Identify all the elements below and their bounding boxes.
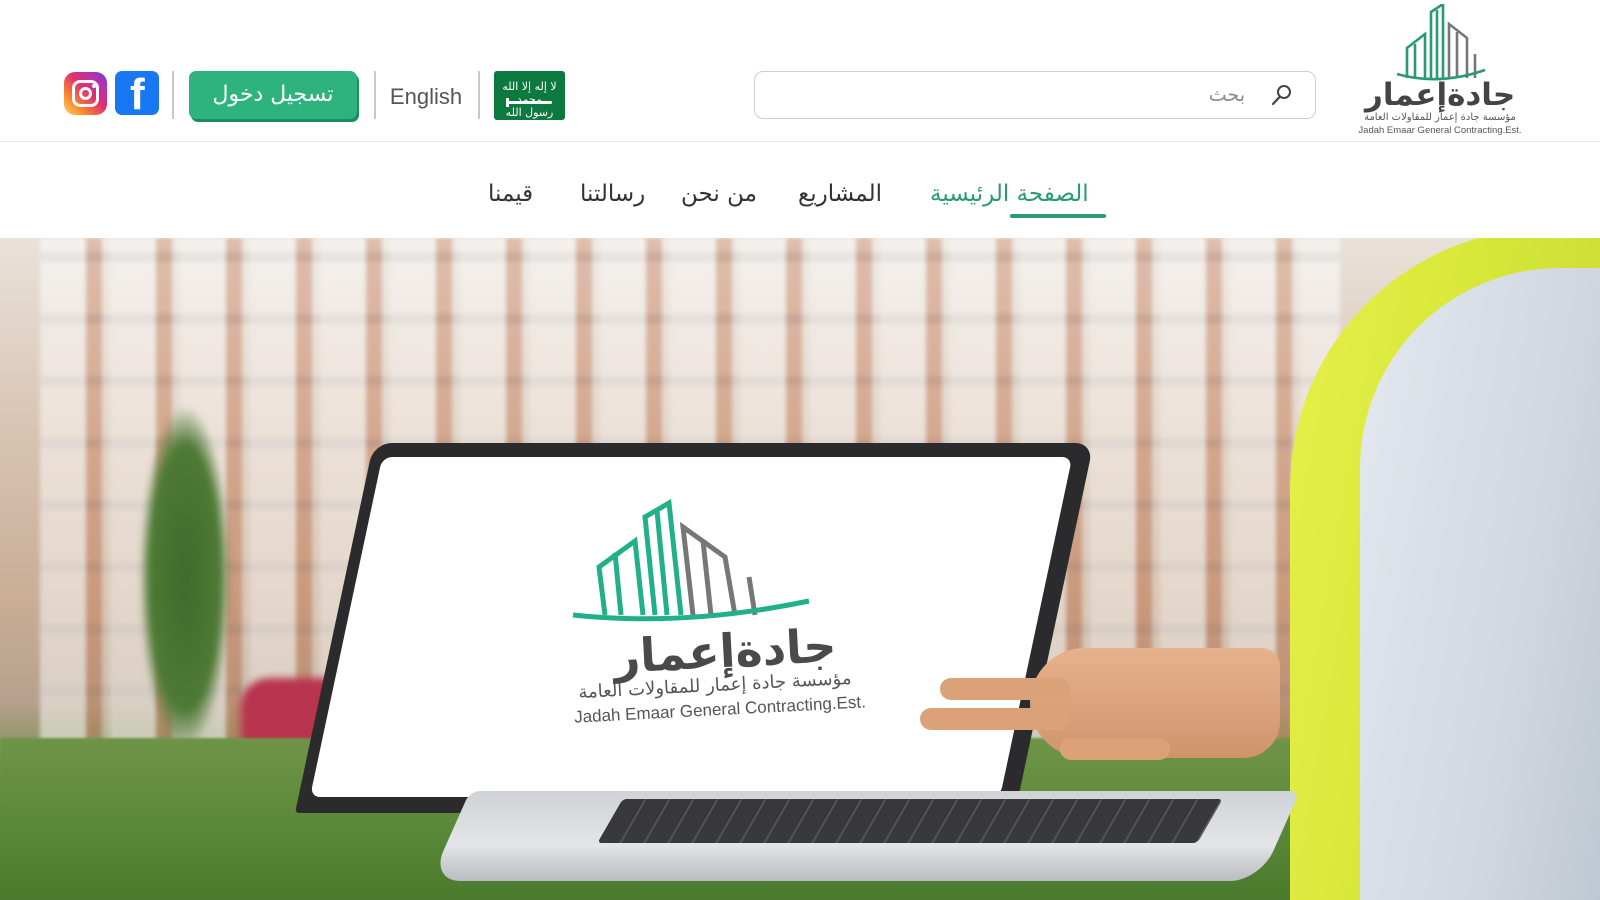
language-switch-link[interactable]: English (386, 82, 466, 112)
nav-item-mission[interactable]: رسالتنا (580, 176, 645, 212)
worker-hand (910, 638, 1280, 768)
site-logo[interactable]: جادةإعمار مؤسسة جادة إعمار للمقاولات الع… (1355, 4, 1525, 138)
search-box (754, 71, 1316, 119)
saudi-flag-icon[interactable]: لا إله إلا الله محمد رسول الله (494, 71, 565, 120)
flag-sword (506, 101, 552, 104)
logo-subtitle-ar: مؤسسة جادة إعمار للمقاولات العامة (1364, 112, 1516, 123)
instagram-lens (79, 87, 92, 100)
search-icon[interactable] (1271, 84, 1293, 106)
nav-active-underline (1010, 214, 1106, 218)
logo-subtitle-en: Jadah Emaar General Contracting.Est. (1358, 125, 1522, 136)
search-input[interactable] (785, 80, 1245, 110)
nav-item-values[interactable]: قيمنا (488, 176, 533, 212)
nav-item-projects[interactable]: المشاريع (798, 176, 882, 212)
site-header: جادةإعمار مؤسسة جادة إعمار للمقاولات الع… (0, 0, 1600, 142)
laptop-keyboard (597, 799, 1223, 843)
hand-finger (920, 708, 1070, 730)
logo-name-ar: جادةإعمار (1365, 77, 1516, 113)
facebook-icon[interactable]: f (115, 71, 159, 115)
instagram-dot (92, 84, 96, 88)
nav-item-home[interactable]: الصفحة الرئيسية (930, 176, 1089, 212)
laptop-screen-logo: جادةإعمار مؤسسة جادة إعمار للمقاولات الع… (535, 497, 915, 747)
login-button[interactable]: تسجيل دخول (189, 71, 357, 119)
facebook-glyph: f (130, 71, 145, 115)
header-divider (374, 71, 376, 119)
header-divider (172, 71, 174, 119)
main-nav: الصفحة الرئيسية المشاريع من نحن رسالتنا … (0, 142, 1600, 238)
building-skyline-icon (572, 498, 810, 622)
instagram-icon[interactable] (64, 72, 107, 115)
worker-shirt (1360, 268, 1600, 900)
hero-worker (1270, 238, 1600, 900)
hand-finger (940, 678, 1070, 700)
header-divider (478, 71, 480, 119)
nav-item-about[interactable]: من نحن (681, 176, 757, 212)
flag-sword-hilt (506, 98, 509, 107)
hero-tree (140, 408, 230, 748)
hand-thumb (1060, 738, 1170, 760)
flag-shahada: لا إله إلا الله محمد رسول الله (502, 80, 557, 119)
building-skyline-icon (1396, 4, 1486, 81)
